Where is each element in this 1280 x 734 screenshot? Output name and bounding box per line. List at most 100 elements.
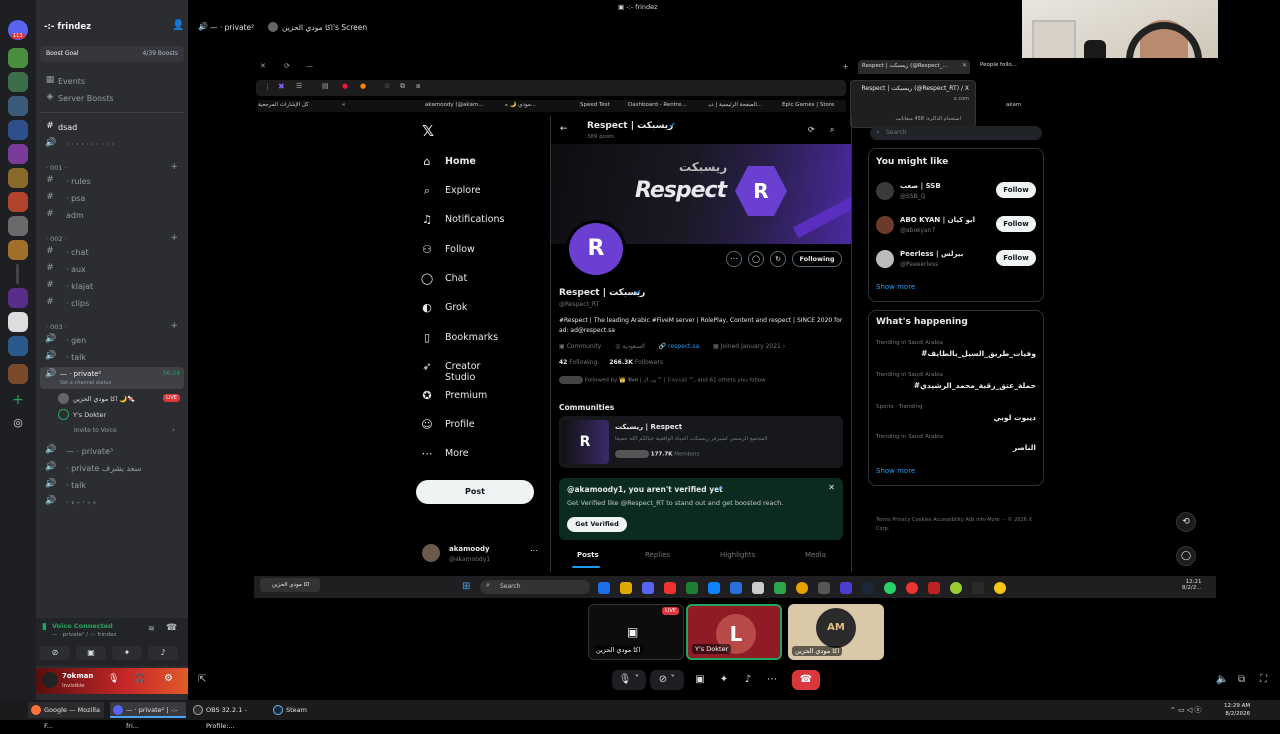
server-name[interactable]: -:- frindez bbox=[44, 22, 91, 32]
bookmark[interactable]: الصفحة الرئيسية | ديـ... bbox=[708, 102, 762, 108]
extension-icon[interactable]: ● bbox=[360, 82, 366, 90]
server-icon[interactable] bbox=[8, 96, 28, 116]
follow-button[interactable]: Follow bbox=[996, 216, 1036, 232]
close-tab-icon[interactable]: ✕ bbox=[962, 62, 967, 69]
tab-media[interactable]: Media bbox=[805, 551, 826, 559]
app-icon[interactable] bbox=[730, 582, 742, 594]
voice-member[interactable]: اكا مودي الحزين 🌙🍬 LIVE bbox=[58, 393, 184, 407]
microphone-icon[interactable]: 🎙 bbox=[108, 674, 119, 684]
browser-tab-active[interactable]: Respect | ريسبكت (@Respect_... ✕ bbox=[858, 60, 970, 74]
bookmark[interactable]: كل الإشارات المرجعية bbox=[258, 102, 309, 108]
camera-button[interactable]: ⊘ bbox=[40, 646, 70, 660]
bookmark[interactable]: مودي 🌙 ه... bbox=[505, 102, 536, 108]
voice-member[interactable]: Y's Dokter bbox=[58, 409, 184, 423]
excel-icon[interactable] bbox=[686, 582, 698, 594]
discord-icon[interactable] bbox=[642, 582, 654, 594]
file-explorer-icon[interactable] bbox=[620, 582, 632, 594]
whatsapp-icon[interactable] bbox=[884, 582, 896, 594]
add-channel-icon[interactable]: + bbox=[170, 233, 178, 243]
add-channel-icon[interactable]: + bbox=[170, 321, 178, 331]
server-icon[interactable] bbox=[8, 168, 28, 188]
trend-item[interactable]: Sports · Trending ديبوت لوبي bbox=[876, 404, 1036, 422]
soundboard-button[interactable]: ♪ bbox=[738, 670, 758, 690]
headphones-icon[interactable]: 🎧 bbox=[134, 674, 145, 684]
channel-adm[interactable]: # adm bbox=[36, 208, 188, 225]
extension-icon[interactable]: ✖ bbox=[278, 82, 285, 91]
shared-taskbar-app[interactable]: اكا مودي الحزين bbox=[260, 578, 320, 592]
app-icon[interactable] bbox=[994, 582, 1006, 594]
refresh-icon[interactable]: ⟳ bbox=[284, 62, 290, 70]
bookmark[interactable]: Dashboard - Rentre... bbox=[628, 102, 687, 108]
bookmark[interactable]: Epic Games | Store bbox=[782, 102, 834, 108]
show-more-link[interactable]: Show more bbox=[876, 283, 915, 291]
app-icon[interactable] bbox=[774, 582, 786, 594]
taskbar-app-firefox[interactable]: Google — Mozilla F... bbox=[28, 702, 104, 730]
more-options-icon[interactable]: ⋯ bbox=[726, 251, 742, 267]
screen-share-button[interactable]: ▣ bbox=[690, 670, 710, 690]
profile-avatar[interactable]: R bbox=[566, 220, 626, 278]
fullscreen-icon[interactable]: ⛶ bbox=[1260, 674, 1267, 685]
camera-button[interactable]: ⊘ ˅ bbox=[650, 670, 684, 690]
footer-links[interactable]: Terms Privacy Cookies Accessibility Ads … bbox=[876, 516, 1042, 534]
voice-channel-private-ar[interactable]: 🔊 · private سعد يشرف bbox=[36, 461, 188, 478]
app-icon[interactable] bbox=[950, 582, 962, 594]
followed-by[interactable]: Followed by 👑 𝕹𝖆𝖎𝖋 | بيـ, الـ™ | 𝔽𝕒𝕪𝕤𝕒𝕝 … bbox=[559, 376, 843, 385]
soundboard-button[interactable]: ♪ bbox=[148, 646, 178, 660]
subscribe-icon[interactable]: ↻ bbox=[770, 251, 786, 267]
invite-icon[interactable]: 👤 bbox=[172, 20, 184, 31]
activities-button[interactable]: ✦ bbox=[714, 670, 734, 690]
disconnect-button[interactable]: ☎ bbox=[792, 670, 820, 690]
server-icon[interactable] bbox=[8, 336, 28, 356]
voice-channel-dots[interactable]: 🔊 · · · · · · · · · · bbox=[36, 137, 188, 154]
settings-gear-icon[interactable]: ⚙ bbox=[164, 673, 173, 684]
suggestion-item[interactable]: صعب | SSB @SSB_Q Follow bbox=[876, 180, 1038, 206]
suggestion-item[interactable]: ABO KYAN | ابو كيان @abokyan7 Follow bbox=[876, 214, 1038, 240]
server-icon[interactable] bbox=[8, 364, 28, 384]
trend-item[interactable]: Trending in Saudi Arabia #حملة_عتق_رقبة_م… bbox=[876, 372, 1036, 390]
bookmark[interactable]: Speed Test bbox=[580, 102, 610, 108]
voice-channel-gen[interactable]: 🔊 · gen bbox=[36, 333, 188, 350]
extension-icon[interactable]: ☰ bbox=[296, 82, 302, 90]
app-icon[interactable] bbox=[972, 582, 984, 594]
follow-button[interactable]: Follow bbox=[996, 250, 1036, 266]
back-arrow-icon[interactable]: ← bbox=[560, 124, 568, 134]
edge-icon[interactable] bbox=[708, 582, 720, 594]
category-003[interactable]: · 003 · bbox=[46, 323, 67, 331]
messages-icon[interactable]: ◯ bbox=[1176, 546, 1196, 566]
settings-gear-icon[interactable] bbox=[818, 582, 830, 594]
extension-icon[interactable]: ⧈ bbox=[416, 82, 420, 91]
steam-icon[interactable] bbox=[862, 582, 874, 594]
following-count[interactable]: 42 bbox=[559, 359, 567, 366]
app-icon[interactable] bbox=[906, 582, 918, 594]
add-channel-icon[interactable]: + bbox=[170, 162, 178, 172]
voice-channel-private-active[interactable]: 🔊 — · private² 56:24 Set a channel statu… bbox=[40, 367, 184, 389]
tray-icons[interactable]: ⌃ ▭ ◁ ⓔ bbox=[1170, 705, 1202, 715]
participant-tile-stream[interactable]: ▣ LIVE اكا مودي الحزين bbox=[588, 604, 684, 660]
show-more-link[interactable]: Show more bbox=[876, 467, 915, 475]
channel-aux[interactable]: # · aux bbox=[36, 262, 188, 279]
category-002[interactable]: · 002 · bbox=[46, 235, 67, 243]
category-001[interactable]: · 001 · bbox=[46, 164, 67, 172]
browser-tab[interactable]: People follo... bbox=[980, 62, 1024, 68]
trend-item[interactable]: Trending in Saudi Arabia الناصر bbox=[876, 434, 1036, 452]
voice-status[interactable]: Voice Connected bbox=[52, 622, 113, 630]
extension-icon[interactable]: ▤ bbox=[322, 82, 329, 90]
popout-icon[interactable]: ⇱ bbox=[198, 674, 206, 685]
get-verified-button[interactable]: Get Verified bbox=[567, 517, 627, 532]
extension-icon[interactable]: ● bbox=[342, 82, 348, 90]
disconnect-icon[interactable]: ☎ bbox=[166, 623, 177, 633]
taskbar-app-obs[interactable]: OBS 32.2.1 - Profile:... bbox=[190, 702, 266, 730]
app-icon[interactable] bbox=[840, 582, 852, 594]
minimize-icon[interactable]: — bbox=[306, 62, 313, 70]
server-icon[interactable] bbox=[8, 144, 28, 164]
voice-channel-misc[interactable]: 🔊 · ‹ - · - › bbox=[36, 495, 188, 512]
bookmark[interactable]: akam bbox=[1006, 102, 1021, 108]
menu-icon[interactable]: ⋮ bbox=[264, 83, 271, 91]
tab-posts[interactable]: Posts bbox=[577, 551, 599, 559]
bookmark-star-icon[interactable]: ☆ bbox=[384, 82, 390, 90]
extension-icon[interactable]: ⧉ bbox=[400, 82, 405, 91]
search-icon[interactable]: ⌕ bbox=[830, 125, 834, 135]
screen-share-button[interactable]: ▣ bbox=[76, 646, 106, 660]
grok-icon[interactable]: ⟳ bbox=[808, 125, 815, 134]
tab-highlights[interactable]: Highlights bbox=[720, 551, 755, 559]
